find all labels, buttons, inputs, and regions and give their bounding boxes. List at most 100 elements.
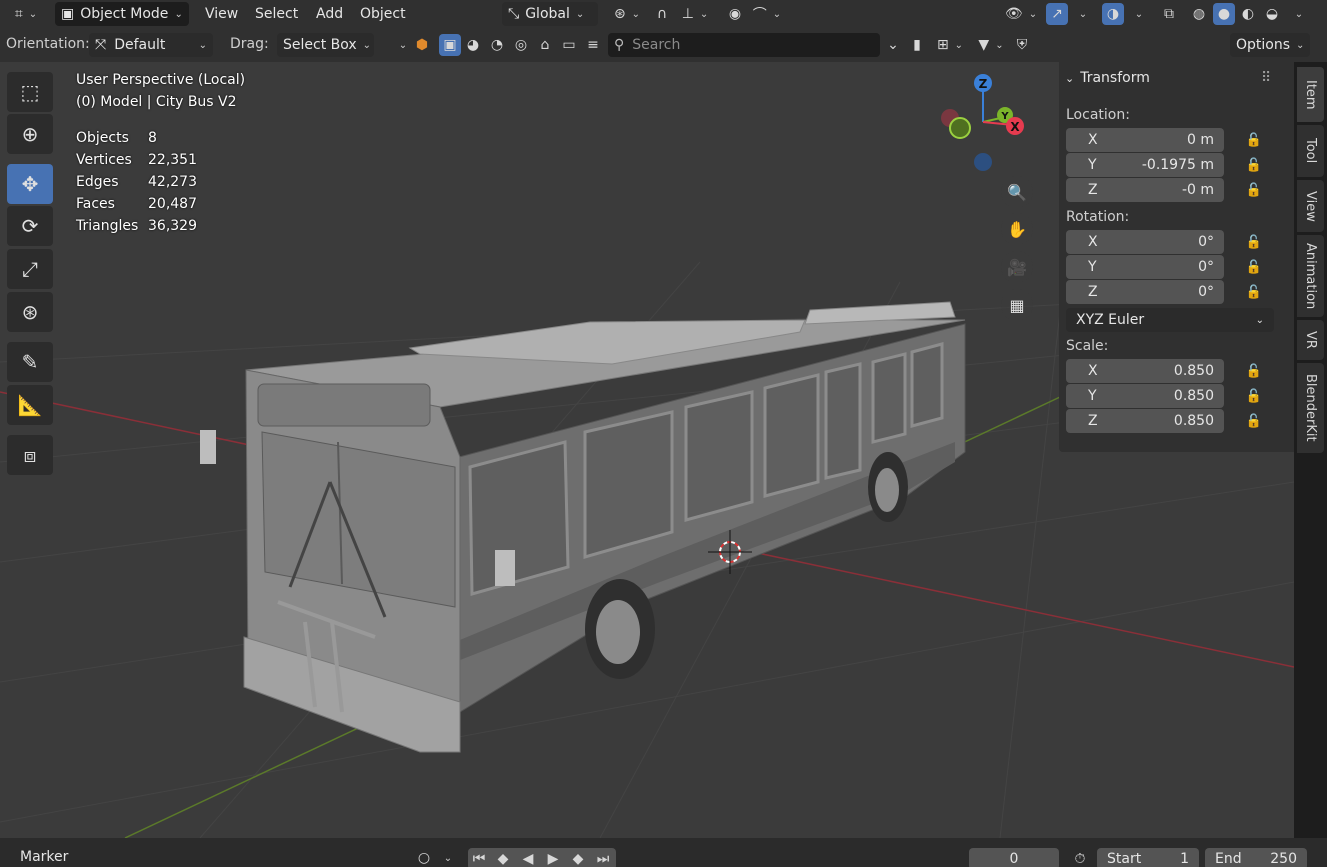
lock-icon[interactable]: 🔓 [1244,386,1264,406]
rendered-shading-icon[interactable]: ◒ [1261,3,1283,25]
material-shading-icon[interactable]: ◐ [1237,3,1259,25]
measure-tool-icon[interactable]: 📐 [7,385,53,425]
wireframe-shading-icon[interactable]: ◍ [1188,3,1210,25]
lock-icon[interactable]: 🔓 [1244,361,1264,381]
filter-shading-icon[interactable]: ◕ [462,34,484,56]
lock-icon[interactable]: 🔓 [1244,257,1264,277]
add-cube-tool-icon[interactable]: ⧈ [7,435,53,475]
tab-vr[interactable]: VR [1297,320,1324,360]
chevron-down-icon[interactable]: ⌄ [1072,3,1094,25]
filter-world-icon[interactable]: ◎ [510,34,532,56]
lock-icon[interactable]: 🔓 [1244,180,1264,200]
overlays-toggle-icon[interactable]: ◑ [1102,3,1124,25]
pan-hand-icon[interactable]: ✋ [1001,213,1033,245]
annotate-tool-icon[interactable]: ✎ [7,342,53,382]
filter-mesh-icon[interactable]: ▣ [439,34,461,56]
scale-z-field[interactable]: Z 0.850 [1066,409,1224,433]
orientation-dropdown[interactable]: ⤧ Default ⌄ [89,33,213,57]
marker-menu[interactable]: Marker [20,846,68,867]
drag-dropdown[interactable]: Select Box ⌄ [277,33,374,57]
search-input[interactable]: ⚲ Search [608,33,880,57]
prev-keyframe-icon[interactable]: ◆ [492,848,514,867]
chevron-down-icon: ⌄ [575,8,585,20]
rotate-tool-icon[interactable]: ⟳ [7,206,53,246]
snap-icon[interactable]: ∩ [651,3,673,25]
camera-view-icon[interactable]: 🎥 [1001,251,1033,283]
menu-object[interactable]: Object [360,2,406,26]
keyframe-dot-icon[interactable]: ○ [413,847,435,867]
gizmo-toggle-icon[interactable]: ↗ [1046,3,1068,25]
start-frame-field[interactable]: Start 1 [1097,848,1199,867]
filter-material-icon[interactable]: ◔ [486,34,508,56]
xray-toggle-icon[interactable]: ⧉ [1158,3,1180,25]
scale-x-field[interactable]: X 0.850 [1066,359,1224,383]
menu-select[interactable]: Select [255,2,298,26]
chevron-down-icon[interactable]: ⌄ [1128,3,1150,25]
rotation-y-field[interactable]: Y 0° [1066,255,1224,279]
object-types-icon[interactable]: ⬢ [411,34,433,56]
rotation-z-field[interactable]: Z 0° [1066,280,1224,304]
location-x-field[interactable]: X 0 m [1066,128,1224,152]
mode-dropdown[interactable]: ▣ Object Mode ⌄ [55,2,189,26]
orientation-icon: ⤡ [508,6,520,22]
stopwatch-icon[interactable]: ⏱ [1069,848,1091,867]
perspective-grid-icon[interactable]: ▦ [1001,289,1033,321]
tab-item[interactable]: Item [1297,67,1324,122]
select-down-icon[interactable]: ⌄ [882,34,904,56]
filter-camera-icon[interactable]: ▭ [558,34,580,56]
chevron-down-icon[interactable]: ⌄ [437,847,459,867]
proportional-edit-icon[interactable]: ◉ [724,3,746,25]
hierarchy-icon[interactable]: ⊞ ⌄ [932,34,968,56]
scale-y-field[interactable]: Y 0.850 [1066,384,1224,408]
falloff-icon[interactable]: ⌒ ⌄ [750,3,784,25]
visibility-eye-icon[interactable]: 👁 ⌄ [1003,3,1039,25]
lock-icon[interactable]: 🔓 [1244,155,1264,175]
location-z-field[interactable]: Z -0 m [1066,178,1224,202]
navigation-gizmo[interactable]: Z Y X [941,74,1024,171]
filter-funnel-icon[interactable]: ▼ ⌄ [973,34,1009,56]
transform-tool-icon[interactable]: ⊛ [7,292,53,332]
transform-panel-header[interactable]: ⌄ Transform [1065,70,1150,86]
jump-start-icon[interactable]: ⏮ [468,848,490,867]
tab-view[interactable]: View [1297,180,1324,232]
rotation-mode-dropdown[interactable]: XYZ Euler ⌄ [1066,308,1274,332]
cursor-tool-icon[interactable]: ⊕ [7,114,53,154]
next-keyframe-icon[interactable]: ◆ [567,848,589,867]
filter-stack-icon[interactable]: ≡ [582,34,604,56]
transform-orientation-dropdown[interactable]: ⤡ Global ⌄ [502,2,598,26]
end-frame-field[interactable]: End 250 [1205,848,1307,867]
lock-icon[interactable]: 🔓 [1244,282,1264,302]
lock-icon[interactable]: 🔓 [1244,411,1264,431]
scale-tool-icon[interactable]: ⤢ [7,249,53,289]
play-icon[interactable]: ▶ [542,848,564,867]
bookmark-icon[interactable]: ▮ [906,34,928,56]
jump-end-icon[interactable]: ⏭ [592,848,614,867]
snap-target-icon[interactable]: ⊥ ⌄ [678,3,712,25]
menu-view[interactable]: View [205,2,238,26]
options-dropdown[interactable]: Options ⌄ [1230,33,1310,57]
select-box-tool-icon[interactable]: ⬚ [7,72,53,112]
filter-scene-icon[interactable]: ⌂ [534,34,556,56]
shield-icon[interactable]: ⛨ [1011,34,1033,56]
editor-type-icon[interactable]: ⌗ ⌄ [8,3,44,25]
menu-add[interactable]: Add [316,2,343,26]
zoom-icon[interactable]: 🔍 [1001,176,1033,208]
lock-icon[interactable]: 🔓 [1244,232,1264,252]
solid-shading-icon[interactable]: ● [1213,3,1235,25]
lock-icon[interactable]: 🔓 [1244,130,1264,150]
tab-tool[interactable]: Tool [1297,125,1324,177]
rotation-x-field[interactable]: X 0° [1066,230,1224,254]
pivot-point-icon[interactable]: ⊛ ⌄ [610,3,644,25]
field-value: 0.850 [1173,388,1214,404]
drag-handle-icon[interactable]: ⠿ [1261,70,1271,86]
tab-animation[interactable]: Animation [1297,235,1324,317]
move-tool-icon[interactable]: ✥ [7,164,53,204]
gizmo-neg-z-icon[interactable] [974,153,992,171]
gizmo-neg-y-icon[interactable] [949,117,971,139]
location-y-field[interactable]: Y -0.1975 m [1066,153,1224,177]
chevron-down-icon[interactable]: ⌄ [1288,3,1310,25]
current-frame-field[interactable]: 0 [969,848,1059,867]
tab-blenderkit[interactable]: BlenderKit [1297,363,1324,453]
field-value: -0 m [1181,182,1214,198]
play-reverse-icon[interactable]: ◀ [517,848,539,867]
